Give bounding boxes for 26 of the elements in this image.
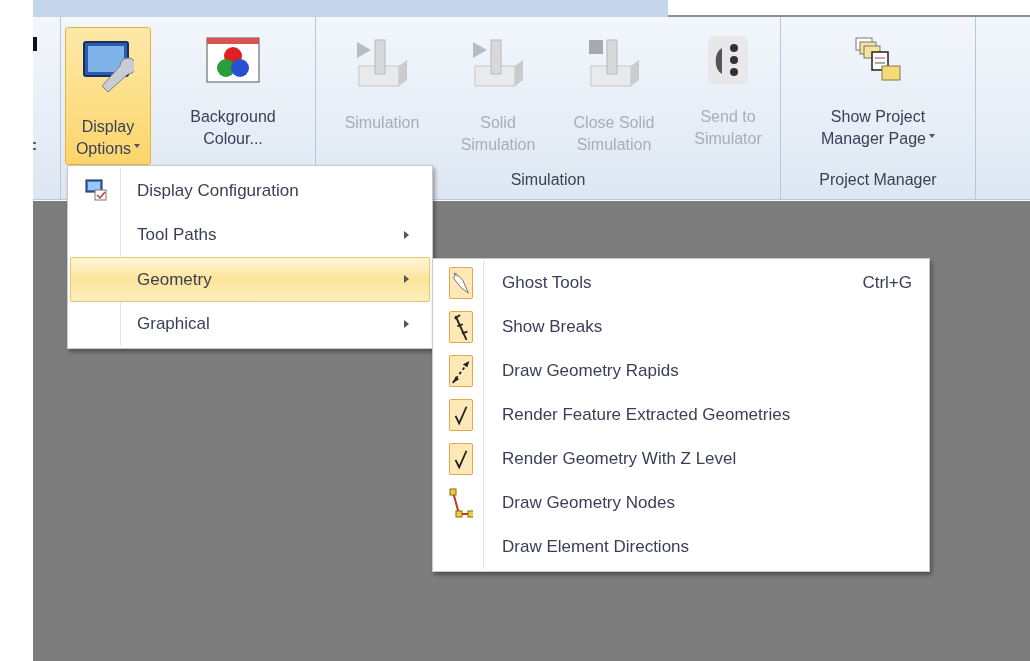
menu-item[interactable]: Draw Geometry Nodes (435, 481, 927, 525)
group-label: Simulation (509, 170, 587, 190)
ribbon-button[interactable]: Show Project Manager Page (785, 27, 971, 165)
partial-icon (33, 37, 37, 51)
partial-dots-icon (33, 142, 36, 151)
mill-simulation-icon (471, 36, 525, 90)
group-label: Project Manager (818, 170, 938, 190)
menu-item[interactable]: Render Feature Extracted Geometries (435, 393, 927, 437)
menu-item[interactable]: Show Breaks (435, 305, 927, 349)
mill-simulation-icon (587, 36, 641, 90)
shortcut-text: Ctrl+G (862, 272, 912, 295)
stacked-windows-icon (854, 36, 902, 84)
menu-item[interactable]: Graphical (70, 301, 430, 346)
menu-item[interactable]: Display Configuration (70, 168, 430, 213)
menu-item[interactable]: Tool Paths (70, 212, 430, 257)
menu-item[interactable]: Ghost Tools Ctrl+G (435, 261, 927, 305)
menu-item[interactable]: Draw Geometry Rapids (435, 349, 927, 393)
ribbon-button[interactable]: Display Options (65, 27, 151, 165)
machine-send-icon (708, 36, 748, 84)
display-config-icon (85, 179, 107, 202)
colour-circles-icon (205, 36, 261, 84)
menu-item[interactable]: Geometry (70, 257, 430, 302)
mill-simulation-icon (355, 36, 409, 90)
ribbon-button[interactable]: Background Colour... (155, 27, 311, 165)
menu-item[interactable]: Draw Element Directions (435, 525, 927, 569)
menu-item[interactable]: Render Geometry With Z Level (435, 437, 927, 481)
